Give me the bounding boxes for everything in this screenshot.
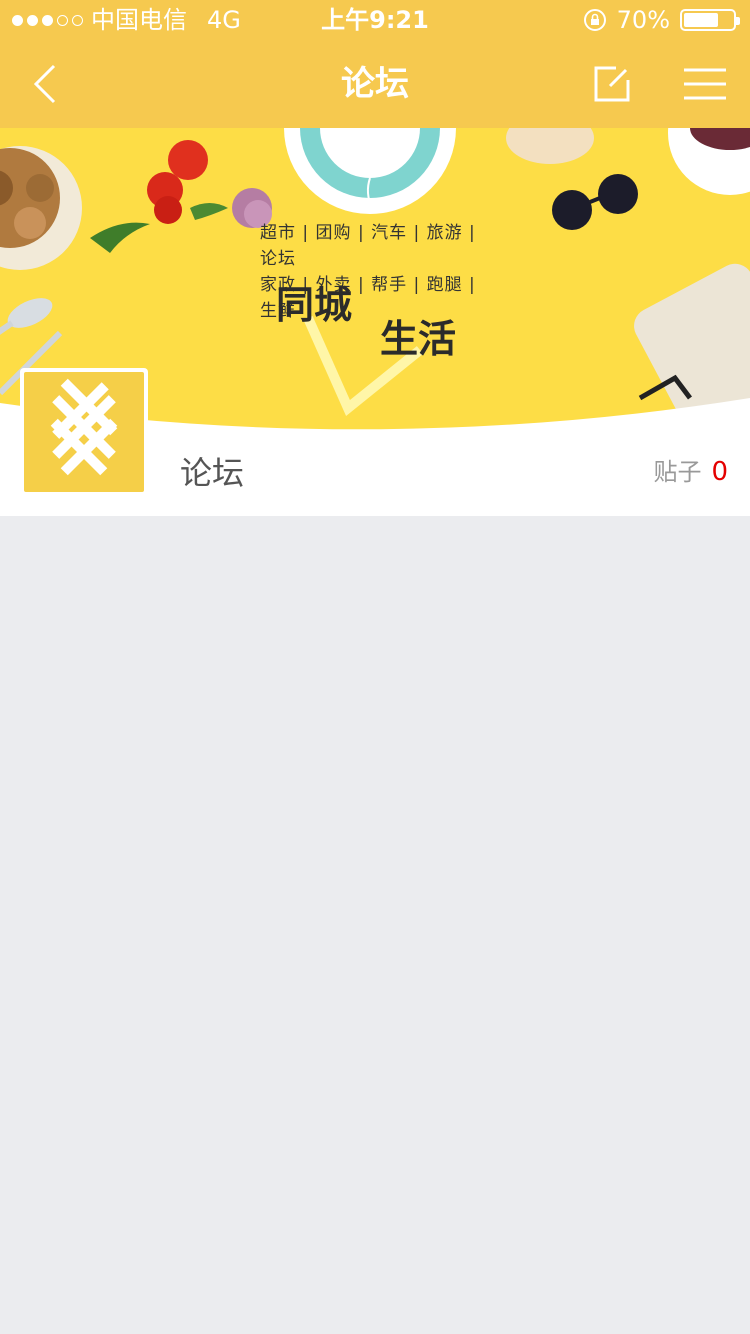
forum-name: 论坛 [180, 454, 245, 492]
posts-count: 贴子 0 [653, 452, 728, 487]
battery-percent: 70% [616, 6, 670, 34]
posts-label: 贴子 [653, 458, 702, 486]
banner-tags-line: 超市 | 团购 | 汽车 | 旅游 | 论坛 [260, 223, 476, 269]
top-bar: 中国电信 4G 上午9:21 70% 论坛 [0, 0, 750, 128]
status-bar: 中国电信 4G 上午9:21 70% [0, 0, 750, 40]
status-right: 70% [583, 0, 740, 40]
rotation-lock-icon [583, 9, 606, 31]
compose-button[interactable] [592, 64, 632, 104]
page-title: 论坛 [341, 64, 409, 104]
forum-avatar [20, 368, 148, 496]
edit-icon [594, 66, 630, 102]
menu-icon [684, 68, 726, 100]
menu-button[interactable] [682, 66, 728, 102]
forum-logo-icon [24, 372, 144, 492]
battery-icon [680, 9, 740, 31]
posts-count-value: 0 [711, 457, 728, 487]
post-list-area [0, 516, 750, 1334]
banner-slogan-part1: 同城 [276, 282, 353, 327]
banner-slogan-part2: 生活 [380, 316, 457, 361]
navigation-bar: 论坛 [0, 40, 750, 128]
